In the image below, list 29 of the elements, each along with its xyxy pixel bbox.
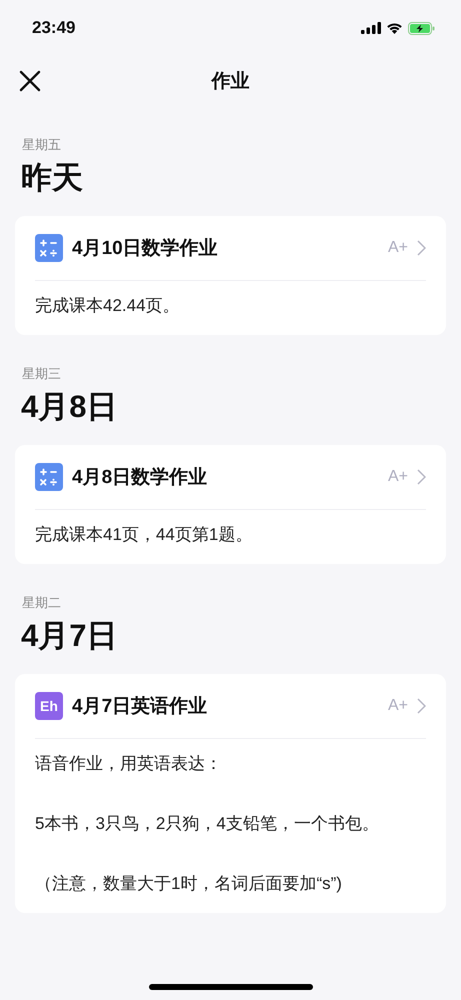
calculator-icon (35, 463, 63, 491)
body-text: 完成课本41页，44页第1题。 (35, 524, 254, 546)
status-time: 23:49 (32, 18, 76, 38)
body-text: 完成课本42.44页。 (35, 295, 181, 317)
weekday-label: 星期三 (21, 365, 62, 383)
close-icon[interactable] (19, 70, 41, 92)
body-text: （注意，数量大于1时，名词后面要加“s”) (35, 873, 343, 895)
calculator-icon (35, 234, 63, 262)
homework-card[interactable]: 4月10日数学作业 A+ 完成课本42.44页。 (15, 216, 446, 335)
date-heading: 4月8日 (20, 388, 118, 426)
subject-icon: Eh (35, 692, 63, 720)
wifi-icon (386, 22, 403, 34)
weekday-label: 星期五 (21, 136, 62, 154)
weekday-label: 星期二 (21, 594, 62, 612)
card-title: 4月10日数学作业 (72, 237, 219, 261)
chevron-right-icon[interactable] (417, 469, 426, 485)
date-heading: 昨天 (20, 159, 84, 197)
homework-card[interactable]: Eh 4月7日英语作业 A+ 语音作业，用英语表达： 5本书，3只鸟，2只狗，4支铅笔，一个书包。 （注意，数量大于1时，名词后面要加“s”) (15, 674, 446, 913)
chevron-right-icon[interactable] (417, 240, 426, 256)
signal-icon (361, 22, 381, 34)
chevron-right-icon[interactable] (417, 698, 426, 714)
page-title: 作业 (212, 70, 250, 94)
date-heading: 4月7日 (20, 617, 118, 655)
body-text: 语音作业，用英语表达： (35, 753, 223, 775)
card-title: 4月8日数学作业 (72, 466, 208, 490)
card-title: 4月7日英语作业 (72, 695, 208, 719)
battery-charging-icon (408, 22, 435, 34)
homework-card[interactable]: 4月8日数学作业 A+ 完成课本41页，44页第1题。 (15, 445, 446, 564)
body-text: 5本书，3只鸟，2只狗，4支铅笔，一个书包。 (35, 813, 380, 835)
